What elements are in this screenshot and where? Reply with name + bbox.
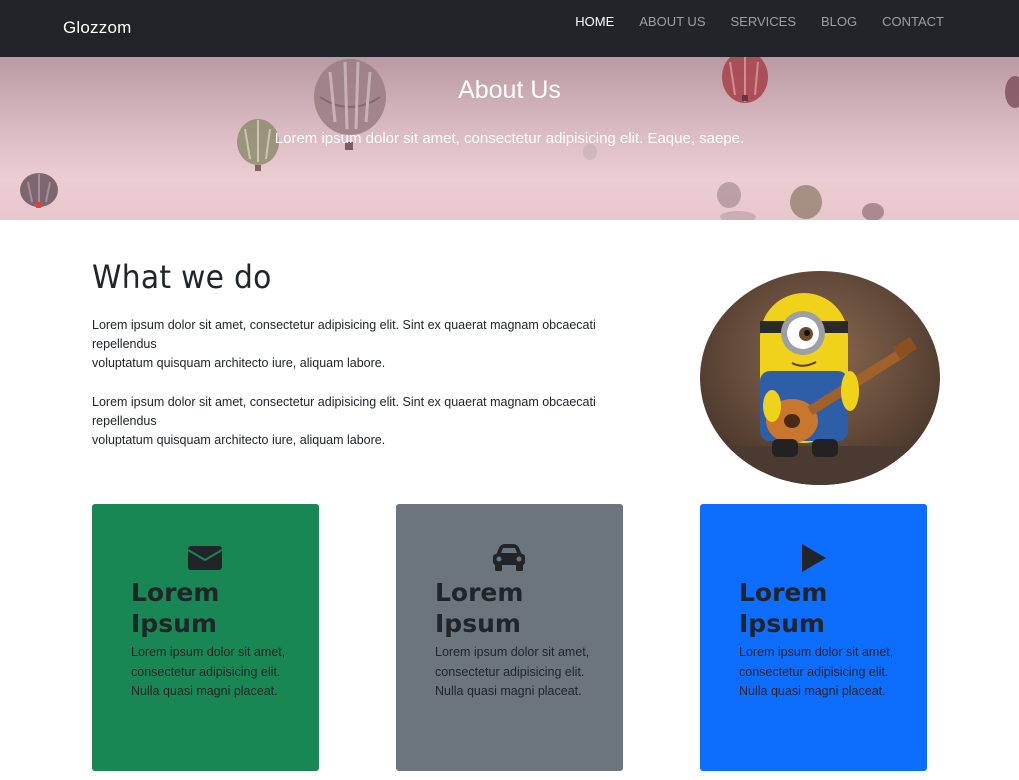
envelope-icon — [188, 546, 222, 570]
paragraph-1-line-2: repellendus — [92, 337, 157, 351]
nav-item-contact[interactable]: CONTACT — [882, 14, 944, 30]
navbar: Glozzom HOME ABOUT US SERVICES BLOG CONT… — [0, 0, 1019, 57]
paragraph-2: Lorem ipsum dolor sit amet, consectetur … — [92, 393, 622, 450]
nav-item-blog[interactable]: BLOG — [821, 14, 857, 30]
feature-card-3-title: Lorem Ipsum — [739, 577, 899, 639]
hero-banner: About Us Lorem ipsum dolor sit amet, con… — [0, 57, 1019, 220]
paragraph-1-line-3: voluptatum quisquam architecto iure, ali… — [92, 356, 386, 370]
paragraph-2-line-2: repellendus — [92, 414, 157, 428]
nav-menu: HOME ABOUT US SERVICES BLOG CONTACT — [575, 14, 944, 30]
play-icon — [802, 544, 826, 572]
hero-subtitle: Lorem ipsum dolor sit amet, consectetur … — [274, 130, 745, 147]
minion-illustration — [700, 271, 940, 485]
feature-card-1-title-line-2: Ipsum — [131, 609, 217, 638]
feature-card-2: Lorem Ipsum Lorem ipsum dolor sit amet, … — [396, 504, 623, 771]
feature-card-3-text: Lorem ipsum dolor sit amet, consectetur … — [739, 645, 894, 698]
feature-card-1-text: Lorem ipsum dolor sit amet, consectetur … — [131, 645, 286, 698]
feature-card-3-title-line-2: Ipsum — [739, 609, 825, 638]
paragraph-1-line-1: Lorem ipsum dolor sit amet, consectetur … — [92, 318, 596, 332]
feature-card-2-title-line-2: Ipsum — [435, 609, 521, 638]
nav-item-services[interactable]: SERVICES — [730, 14, 796, 30]
feature-card-2-title: Lorem Ipsum — [435, 577, 595, 639]
feature-card-3-title-line-1: Lorem — [739, 578, 828, 607]
section-title-what-we-do: What we do — [92, 258, 272, 296]
brand-logo[interactable]: Glozzom — [63, 18, 131, 38]
feature-card-2-title-line-1: Lorem — [435, 578, 524, 607]
paragraph-2-line-1: Lorem ipsum dolor sit amet, consectetur … — [92, 395, 596, 409]
minion-avatar-image — [700, 271, 940, 485]
nav-item-about-us[interactable]: ABOUT US — [639, 14, 705, 30]
feature-card-3: Lorem Ipsum Lorem ipsum dolor sit amet, … — [700, 504, 927, 771]
paragraph-2-line-3: voluptatum quisquam architecto iure, ali… — [92, 433, 386, 447]
feature-card-1-title: Lorem Ipsum — [131, 577, 291, 639]
feature-card-1-title-line-1: Lorem — [131, 578, 220, 607]
nav-item-home[interactable]: HOME — [575, 14, 614, 30]
paragraph-1: Lorem ipsum dolor sit amet, consectetur … — [92, 316, 622, 373]
car-icon — [493, 544, 525, 571]
feature-card-1: Lorem Ipsum Lorem ipsum dolor sit amet, … — [92, 504, 319, 771]
hero-title: About Us — [458, 76, 561, 104]
feature-card-2-text: Lorem ipsum dolor sit amet, consectetur … — [435, 645, 590, 698]
